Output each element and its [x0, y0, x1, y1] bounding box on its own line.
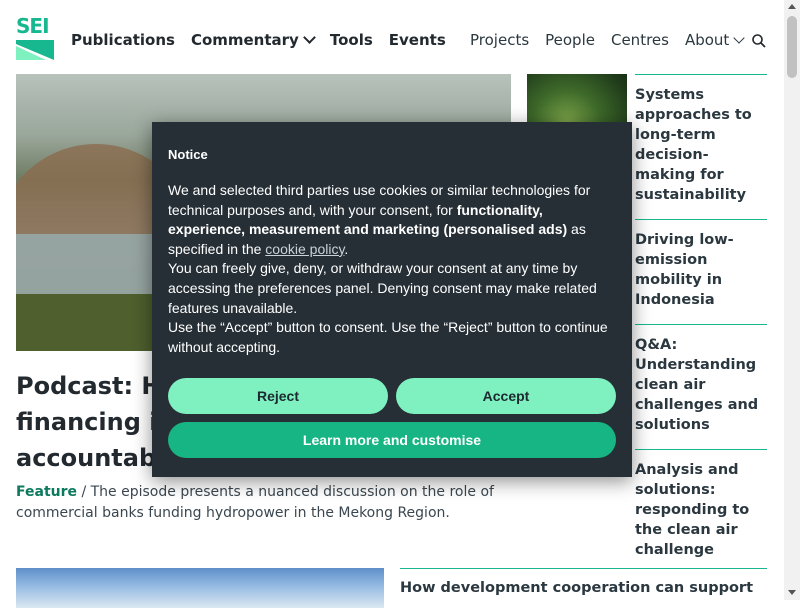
- nav-tools[interactable]: Tools: [330, 31, 373, 49]
- sidebar-list: Systems approaches to long-term decision…: [635, 74, 767, 574]
- sidebar-item[interactable]: Analysis and solutions: responding to th…: [635, 449, 767, 574]
- sidebar-item[interactable]: Q&A: Understanding clean air challenges …: [635, 324, 767, 449]
- notice-title: Notice: [168, 147, 208, 162]
- scrollbar-thumb[interactable]: [787, 16, 797, 78]
- bottom-headline[interactable]: How development cooperation can support: [400, 580, 753, 596]
- notice-paragraph: You can freely give, deny, or withdraw y…: [168, 260, 597, 316]
- nav-commentary-label: Commentary: [190, 31, 299, 49]
- nav-people[interactable]: People: [545, 31, 595, 49]
- sidebar-item[interactable]: Systems approaches to long-term decision…: [635, 74, 767, 219]
- nav-projects[interactable]: Projects: [470, 31, 529, 49]
- tag-separator: /: [77, 484, 91, 500]
- nav-commentary[interactable]: Commentary: [190, 31, 316, 49]
- notice-text: .: [344, 240, 349, 257]
- nav-about[interactable]: About: [684, 31, 745, 49]
- bottom-image[interactable]: [16, 568, 384, 608]
- reject-button[interactable]: Reject: [168, 378, 388, 414]
- nav-centres[interactable]: Centres: [611, 31, 669, 49]
- feature-excerpt: Feature / The episode presents a nuanced…: [16, 482, 506, 524]
- nav-events[interactable]: Events: [389, 31, 446, 49]
- logo-mark-icon: [16, 40, 54, 60]
- scroll-up-arrow-icon[interactable]: [788, 4, 796, 9]
- cookie-notice: Notice We and selected third parties use…: [152, 122, 632, 477]
- feature-tag[interactable]: Feature: [16, 484, 77, 500]
- accept-button[interactable]: Accept: [396, 378, 616, 414]
- notice-paragraph: Use the “Accept” button to consent. Use …: [168, 319, 608, 355]
- cookie-policy-link[interactable]: cookie policy: [265, 241, 344, 257]
- sidebar-item[interactable]: Driving low-emission mobility in Indones…: [635, 219, 767, 324]
- primary-nav: Publications Commentary Tools Events: [71, 31, 446, 49]
- notice-body: We and selected third parties use cookie…: [168, 181, 616, 357]
- site-header: SEI Publications Commentary Tools Events…: [0, 0, 784, 74]
- search-icon[interactable]: [752, 34, 766, 48]
- divider: [400, 568, 767, 569]
- scroll-down-arrow-icon[interactable]: [788, 590, 796, 595]
- scrollbar[interactable]: [784, 0, 800, 600]
- learn-more-button[interactable]: Learn more and customise: [168, 422, 616, 458]
- nav-about-label: About: [684, 31, 730, 49]
- nav-publications[interactable]: Publications: [71, 31, 175, 49]
- sei-logo[interactable]: SEI: [16, 14, 56, 62]
- chevron-down-icon: [302, 31, 316, 44]
- chevron-down-icon: [733, 32, 745, 44]
- secondary-nav: Projects People Centres About: [470, 31, 745, 49]
